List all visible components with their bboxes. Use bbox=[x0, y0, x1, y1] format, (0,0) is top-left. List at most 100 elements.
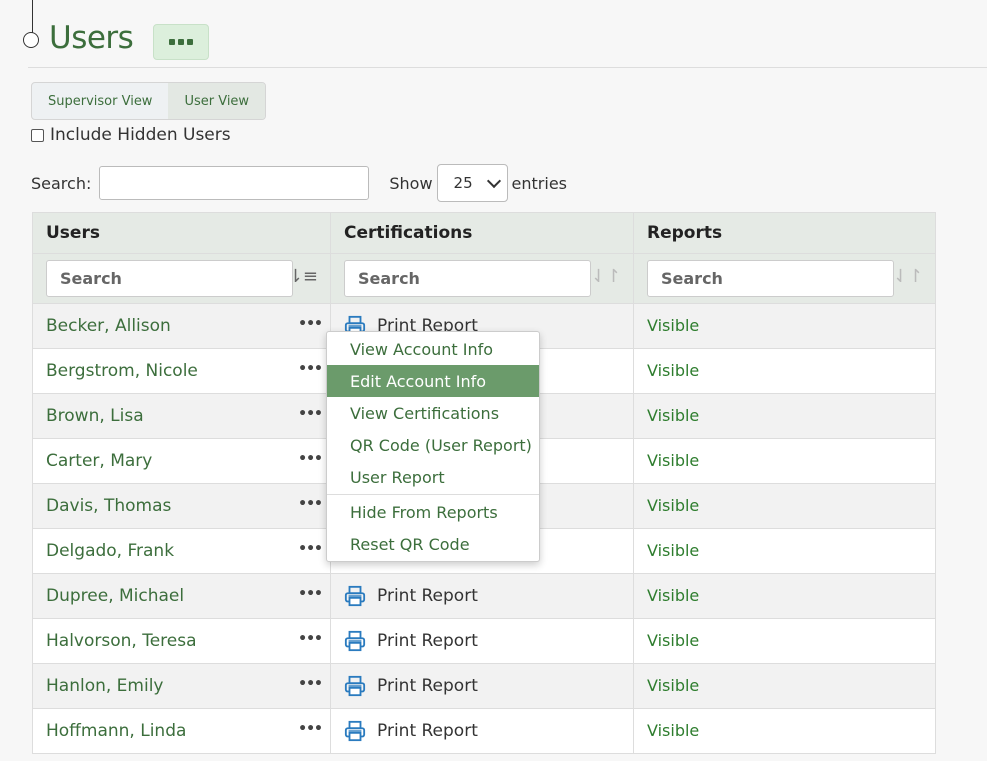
show-label: Show bbox=[389, 173, 433, 193]
printer-icon bbox=[344, 675, 366, 697]
table-row: Dupree, Michael ••• Print Report Visible bbox=[32, 573, 936, 619]
column-header-certifications[interactable]: Certifications bbox=[330, 212, 634, 254]
row-actions-icon[interactable]: ••• bbox=[298, 361, 323, 377]
report-status[interactable]: Visible bbox=[647, 721, 699, 740]
row-actions-icon[interactable]: ••• bbox=[298, 406, 323, 422]
user-name-link[interactable]: Bergstrom, Nicole bbox=[46, 361, 198, 381]
printer-icon bbox=[344, 630, 366, 652]
chevron-down-icon bbox=[486, 173, 501, 189]
print-report-link[interactable]: Print Report bbox=[344, 585, 620, 607]
printer-icon bbox=[344, 720, 366, 742]
user-view-button[interactable]: User View bbox=[168, 83, 266, 119]
menu-item-view-account-info[interactable]: View Account Info bbox=[327, 333, 539, 365]
search-input[interactable] bbox=[99, 166, 370, 200]
menu-item-hide-from-reports[interactable]: Hide From Reports bbox=[327, 496, 539, 528]
reports-filter-input[interactable]: Search bbox=[647, 260, 894, 297]
menu-item-user-report[interactable]: User Report bbox=[327, 461, 539, 493]
user-cell: Delgado, Frank ••• bbox=[32, 528, 331, 574]
row-context-menu: View Account Info Edit Account Info View C… bbox=[326, 331, 540, 562]
report-status[interactable]: Visible bbox=[647, 631, 699, 650]
menu-item-view-certifications[interactable]: View Certifications bbox=[327, 397, 539, 429]
user-cell: Dupree, Michael ••• bbox=[32, 573, 331, 619]
sort-icon[interactable]: ⇃↾ bbox=[591, 266, 621, 287]
reports-cell: Visible bbox=[633, 663, 936, 709]
print-report-link[interactable]: Print Report bbox=[344, 630, 620, 652]
user-name-link[interactable]: Delgado, Frank bbox=[46, 541, 174, 561]
user-name-link[interactable]: Brown, Lisa bbox=[46, 406, 144, 426]
user-cell: Bergstrom, Nicole ••• bbox=[32, 348, 331, 394]
certifications-cell: Print Report bbox=[330, 573, 634, 619]
reports-cell: Visible bbox=[633, 708, 936, 754]
row-actions-icon[interactable]: ••• bbox=[298, 676, 323, 692]
search-row: Search: Show 25 entries bbox=[31, 164, 567, 202]
certifications-filter-input[interactable]: Search bbox=[344, 260, 591, 297]
menu-item-edit-account-info[interactable]: Edit Account Info bbox=[327, 365, 539, 397]
divider bbox=[28, 67, 987, 68]
reports-cell: Visible bbox=[633, 483, 936, 529]
print-report-link[interactable]: Print Report bbox=[344, 675, 620, 697]
row-actions-icon[interactable]: ••• bbox=[298, 721, 323, 737]
user-name-link[interactable]: Halvorson, Teresa bbox=[46, 631, 197, 651]
users-filter-input[interactable]: Search bbox=[46, 260, 293, 297]
user-cell: Halvorson, Teresa ••• bbox=[32, 618, 331, 664]
report-status[interactable]: Visible bbox=[647, 496, 699, 515]
user-name-link[interactable]: Carter, Mary bbox=[46, 451, 152, 471]
user-cell: Davis, Thomas ••• bbox=[32, 483, 331, 529]
row-actions-icon[interactable]: ••• bbox=[298, 541, 323, 557]
print-report-label: Print Report bbox=[377, 586, 478, 606]
report-status[interactable]: Visible bbox=[647, 541, 699, 560]
sort-ascending-icon[interactable]: ⇂≡ bbox=[288, 266, 318, 287]
user-cell: Carter, Mary ••• bbox=[32, 438, 331, 484]
user-name-link[interactable]: Dupree, Michael bbox=[46, 586, 184, 606]
entries-label: entries bbox=[511, 173, 567, 193]
reports-cell: Visible bbox=[633, 618, 936, 664]
user-name-link[interactable]: Becker, Allison bbox=[46, 316, 171, 336]
sort-icon[interactable]: ⇃↾ bbox=[893, 266, 923, 287]
row-actions-icon[interactable]: ••• bbox=[298, 631, 323, 647]
row-actions-icon[interactable]: ••• bbox=[298, 496, 323, 512]
entries-select[interactable]: 25 bbox=[436, 164, 508, 202]
reports-cell: Visible bbox=[633, 438, 936, 484]
timeline-node-icon bbox=[23, 32, 39, 48]
user-name-link[interactable]: Davis, Thomas bbox=[46, 496, 171, 516]
row-actions-icon[interactable]: ••• bbox=[298, 316, 323, 332]
view-toggle: Supervisor View User View bbox=[31, 82, 267, 120]
print-report-label: Print Report bbox=[377, 721, 478, 741]
table-row: Hanlon, Emily ••• Print Report Visible bbox=[32, 663, 936, 709]
report-status[interactable]: Visible bbox=[647, 676, 699, 695]
column-header-reports[interactable]: Reports bbox=[633, 212, 936, 254]
include-hidden-users-label: Include Hidden Users bbox=[50, 125, 231, 145]
menu-item-reset-qr-code[interactable]: Reset QR Code bbox=[327, 528, 539, 560]
row-actions-icon[interactable]: ••• bbox=[298, 451, 323, 467]
user-cell: Hanlon, Emily ••• bbox=[32, 663, 331, 709]
user-cell: Brown, Lisa ••• bbox=[32, 393, 331, 439]
report-status[interactable]: Visible bbox=[647, 406, 699, 425]
user-cell: Becker, Allison ••• bbox=[32, 303, 331, 349]
include-hidden-users: Include Hidden Users bbox=[31, 125, 231, 145]
entries-value: 25 bbox=[453, 174, 473, 192]
row-actions-icon[interactable]: ••• bbox=[298, 586, 323, 602]
supervisor-view-button[interactable]: Supervisor View bbox=[32, 83, 168, 119]
report-status[interactable]: Visible bbox=[647, 316, 699, 335]
include-hidden-users-checkbox[interactable] bbox=[31, 128, 44, 142]
print-report-link[interactable]: Print Report bbox=[344, 720, 620, 742]
search-label: Search: bbox=[31, 173, 92, 193]
menu-item-qr-code-user-report[interactable]: QR Code (User Report) bbox=[327, 429, 539, 461]
column-header-users[interactable]: Users bbox=[32, 212, 331, 254]
more-options-button[interactable] bbox=[153, 24, 209, 60]
menu-divider bbox=[327, 494, 539, 495]
report-status[interactable]: Visible bbox=[647, 586, 699, 605]
user-name-link[interactable]: Hanlon, Emily bbox=[46, 676, 164, 696]
reports-cell: Visible bbox=[633, 528, 936, 574]
reports-cell: Visible bbox=[633, 573, 936, 619]
certifications-cell: Print Report bbox=[330, 663, 634, 709]
ellipsis-icon bbox=[169, 39, 193, 45]
report-status[interactable]: Visible bbox=[647, 361, 699, 380]
certifications-cell: Print Report bbox=[330, 708, 634, 754]
report-status[interactable]: Visible bbox=[647, 451, 699, 470]
user-name-link[interactable]: Hoffmann, Linda bbox=[46, 721, 186, 741]
table-row: Halvorson, Teresa ••• Print Report Visible bbox=[32, 618, 936, 664]
timeline-line bbox=[32, 0, 33, 34]
print-report-label: Print Report bbox=[377, 676, 478, 696]
page-title: Users bbox=[49, 20, 134, 56]
